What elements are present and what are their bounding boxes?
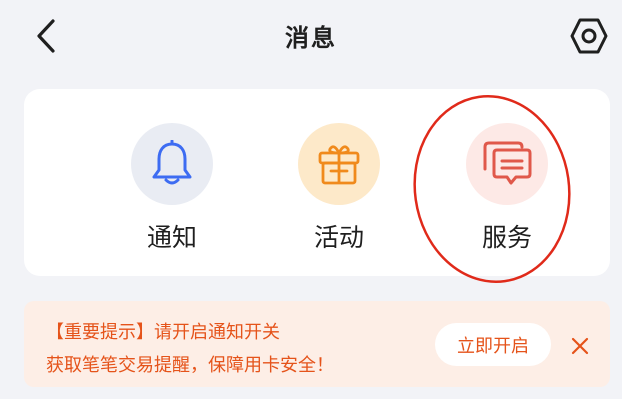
page-title: 消息 bbox=[285, 24, 337, 52]
category-label-activities: 活动 bbox=[313, 223, 364, 252]
category-activities[interactable]: 活动 bbox=[279, 123, 399, 253]
category-label-services: 服务 bbox=[481, 223, 532, 252]
header: 消息 bbox=[0, 0, 622, 72]
notification-permission-banner: 【重要提示】请开启通知开关 获取笔笔交易提醒，保障用卡安全！ 立即开启 bbox=[24, 301, 610, 387]
gift-icon bbox=[318, 145, 360, 185]
settings-button[interactable] bbox=[568, 14, 610, 58]
category-services[interactable]: 服务 bbox=[447, 123, 567, 253]
category-notifications[interactable]: 通知 bbox=[112, 123, 232, 253]
notification-icon-circle bbox=[131, 123, 213, 205]
activity-icon-circle bbox=[298, 123, 380, 205]
close-icon bbox=[571, 337, 589, 355]
chat-bubbles-icon bbox=[483, 141, 532, 185]
notice-title: 【重要提示】请开启通知开关 bbox=[46, 322, 280, 343]
message-category-card: 通知 活动 服务 bbox=[24, 89, 610, 276]
service-icon-circle bbox=[466, 123, 548, 205]
close-banner-button[interactable] bbox=[566, 332, 594, 360]
enable-notifications-button[interactable]: 立即开启 bbox=[435, 323, 551, 366]
notice-description: 获取笔笔交易提醒，保障用卡安全！ bbox=[46, 355, 334, 376]
category-label-notifications: 通知 bbox=[146, 223, 197, 252]
bell-icon bbox=[152, 140, 192, 185]
hexagon-gear-icon bbox=[570, 18, 608, 54]
